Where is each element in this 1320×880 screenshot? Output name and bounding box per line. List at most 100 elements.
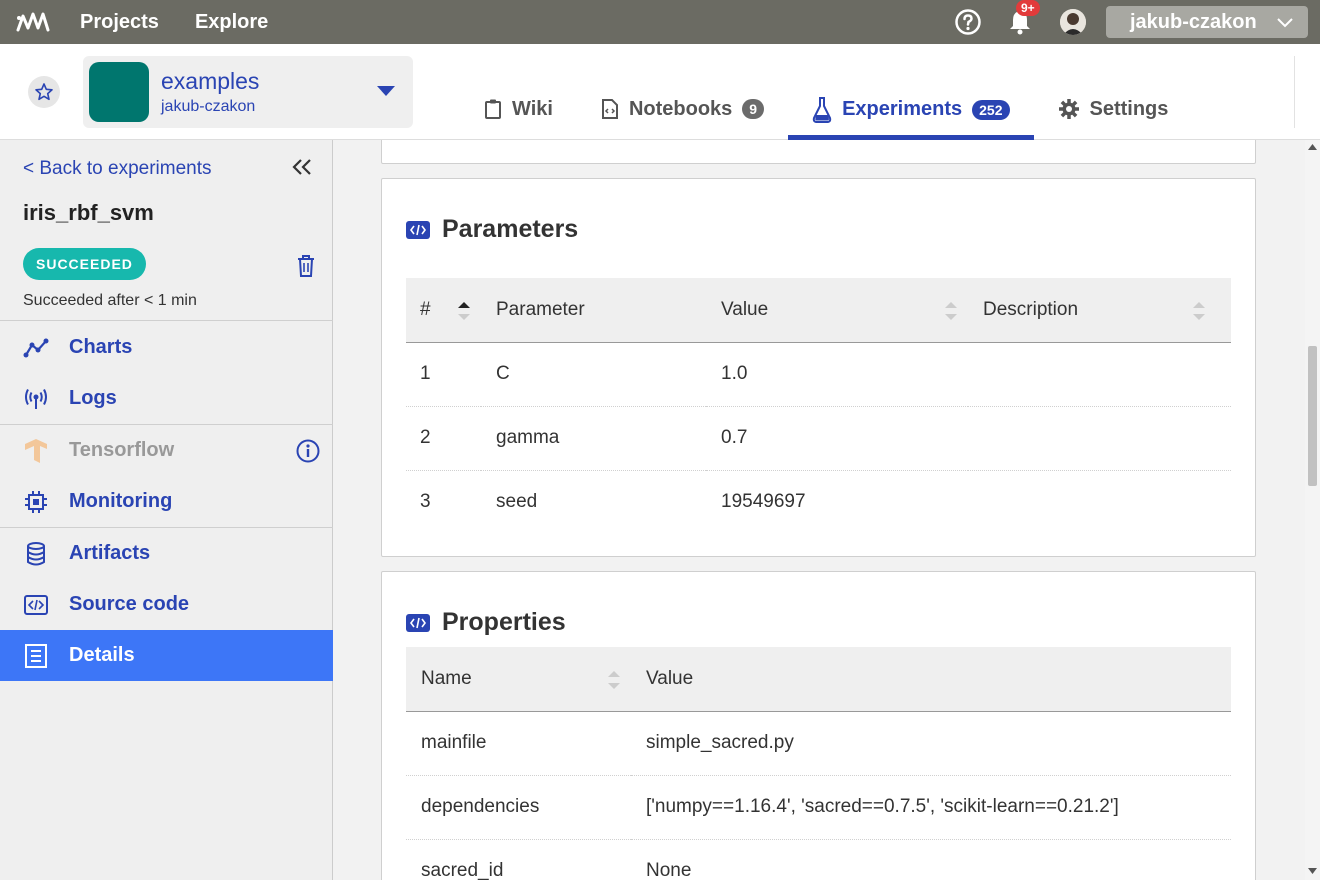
column-header-label: Value <box>721 298 769 320</box>
column-header-number[interactable]: # <box>406 278 481 343</box>
parameters-title-text: Parameters <box>442 215 579 243</box>
help-icon[interactable] <box>954 8 982 36</box>
table-cell-number: 2 <box>406 406 481 471</box>
table-row: 2 gamma 0.7 <box>406 406 1231 471</box>
tab-experiments[interactable]: Experiments 252 <box>788 84 1034 140</box>
neptune-logo-icon[interactable] <box>16 8 52 36</box>
user-avatar[interactable] <box>1060 9 1086 35</box>
sidebar-item-artifacts[interactable]: Artifacts <box>0 528 333 579</box>
project-owner: jakub-czakon <box>161 98 256 115</box>
column-header-value[interactable]: Value <box>706 278 968 343</box>
properties-title-text: Properties <box>442 608 566 636</box>
status-badge: SUCCEEDED <box>23 248 146 280</box>
sidebar-item-source-code[interactable]: Source code <box>0 579 333 630</box>
parameters-card: Parameters # Parameter Value Description… <box>381 178 1256 557</box>
tab-label: Experiments <box>842 98 963 120</box>
table-cell-value: None <box>631 839 1231 880</box>
experiments-count-badge: 252 <box>972 99 1010 120</box>
column-header-name[interactable]: Name <box>406 647 631 712</box>
sidebar-item-label: Source code <box>69 593 190 615</box>
table-cell-value: 1.0 <box>706 342 968 407</box>
table-row: mainfile simple_sacred.py <box>406 711 1231 776</box>
table-header-row: Name Value <box>406 647 1231 712</box>
table-cell-value: ['numpy==1.16.4', 'sacred==0.7.5', 'scik… <box>631 775 1231 840</box>
scrollbar-thumb[interactable] <box>1308 346 1317 486</box>
table-cell-description <box>968 406 1231 471</box>
column-header-value[interactable]: Value <box>631 647 1231 712</box>
column-header-label: Description <box>983 298 1079 320</box>
table-cell-description <box>968 342 1231 407</box>
sidebar-item-label: Artifacts <box>69 542 151 564</box>
sidebar-item-logs[interactable]: Logs <box>0 373 333 424</box>
status-duration-text: Succeeded after < 1 min <box>23 292 197 309</box>
notifications-badge: 9+ <box>1016 0 1040 16</box>
sort-asc-icon <box>458 302 470 320</box>
table-row: 1 C 1.0 <box>406 342 1231 407</box>
sidebar-item-label: Monitoring <box>69 490 173 512</box>
top-bar: Projects Explore 9+ jakub-czakon <box>0 0 1320 44</box>
sidebar-item-label: Charts <box>69 336 133 358</box>
project-selector[interactable]: examples jakub-czakon <box>83 56 413 128</box>
tensorflow-icon <box>25 438 47 463</box>
sidebar-item-charts[interactable]: Charts <box>0 322 333 373</box>
sidebar-item-details[interactable]: Details <box>0 630 333 681</box>
table-row: sacred_id None <box>406 839 1231 880</box>
table-cell-parameter: C <box>481 342 706 407</box>
table-row: 3 seed 19549697 <box>406 470 1231 534</box>
sidebar-item-tensorflow[interactable]: Tensorflow <box>0 425 333 476</box>
tab-label: Wiki <box>512 97 553 120</box>
sort-icon <box>1193 302 1205 320</box>
favorite-button[interactable] <box>28 76 60 108</box>
back-to-experiments-link[interactable]: < Back to experiments <box>23 158 212 180</box>
experiment-sidebar: < Back to experiments iris_rbf_svm SUCCE… <box>0 140 333 880</box>
project-tabs: Wiki Notebooks 9 Experiments 252 Setting… <box>460 84 1192 140</box>
collapse-sidebar-icon[interactable] <box>291 156 313 178</box>
trash-icon[interactable] <box>296 254 316 278</box>
parameters-table: # Parameter Value Description 1 C 1.0 2 … <box>406 278 1231 534</box>
sidebar-item-label: Tensorflow <box>69 439 175 461</box>
column-header-parameter[interactable]: Parameter <box>481 278 770 343</box>
database-icon <box>27 541 45 565</box>
tab-label: Notebooks <box>628 97 733 120</box>
tab-settings[interactable]: Settings <box>1034 84 1193 134</box>
column-header-description[interactable]: Description <box>968 278 1231 343</box>
chart-icon <box>23 338 49 357</box>
table-cell-value: 19549697 <box>721 491 806 513</box>
table-cell-parameter: gamma <box>481 406 706 471</box>
info-icon[interactable] <box>296 439 320 463</box>
nav-explore[interactable]: Explore <box>195 11 268 34</box>
user-menu-button[interactable]: jakub-czakon <box>1106 6 1308 38</box>
broadcast-icon <box>25 388 47 409</box>
column-header-label: Parameter <box>496 298 585 320</box>
table-cell-description <box>968 470 1231 534</box>
properties-card: Properties Name Value mainfile simple_sa… <box>381 571 1256 880</box>
parameters-title: Parameters <box>406 215 578 244</box>
chevron-down-icon <box>1277 18 1293 28</box>
experiment-name: iris_rbf_svm <box>23 200 154 225</box>
code-icon <box>406 220 430 239</box>
avatar-image-icon <box>1060 9 1086 35</box>
notifications-button[interactable]: 9+ <box>1006 0 1040 36</box>
tab-notebooks[interactable]: Notebooks 9 <box>577 84 788 134</box>
table-cell-value: simple_sacred.py <box>631 711 1231 776</box>
sort-icon <box>608 671 620 689</box>
sidebar-divider <box>0 320 333 321</box>
table-cell-number: 3 <box>420 491 431 513</box>
table-cell-name: sacred_id <box>406 839 631 880</box>
scroll-down-arrow-icon[interactable] <box>1308 868 1317 874</box>
scroll-up-arrow-icon[interactable] <box>1308 144 1317 150</box>
caret-down-icon <box>377 86 395 96</box>
table-cell-value: 0.7 <box>706 406 968 471</box>
table-row: dependencies ['numpy==1.16.4', 'sacred==… <box>406 775 1231 840</box>
sidebar-item-monitoring[interactable]: Monitoring <box>0 476 333 527</box>
column-header-label: Value <box>646 667 694 689</box>
table-cell-number: 1 <box>406 342 481 407</box>
project-avatar <box>89 62 149 122</box>
previous-card <box>381 140 1256 164</box>
tab-wiki[interactable]: Wiki <box>460 84 577 134</box>
vertical-scrollbar[interactable] <box>1305 140 1320 880</box>
sort-icon <box>945 302 957 320</box>
nav-projects[interactable]: Projects <box>80 11 159 34</box>
table-cell-parameter: seed <box>496 491 538 513</box>
sidebar-item-label: Details <box>69 644 135 666</box>
